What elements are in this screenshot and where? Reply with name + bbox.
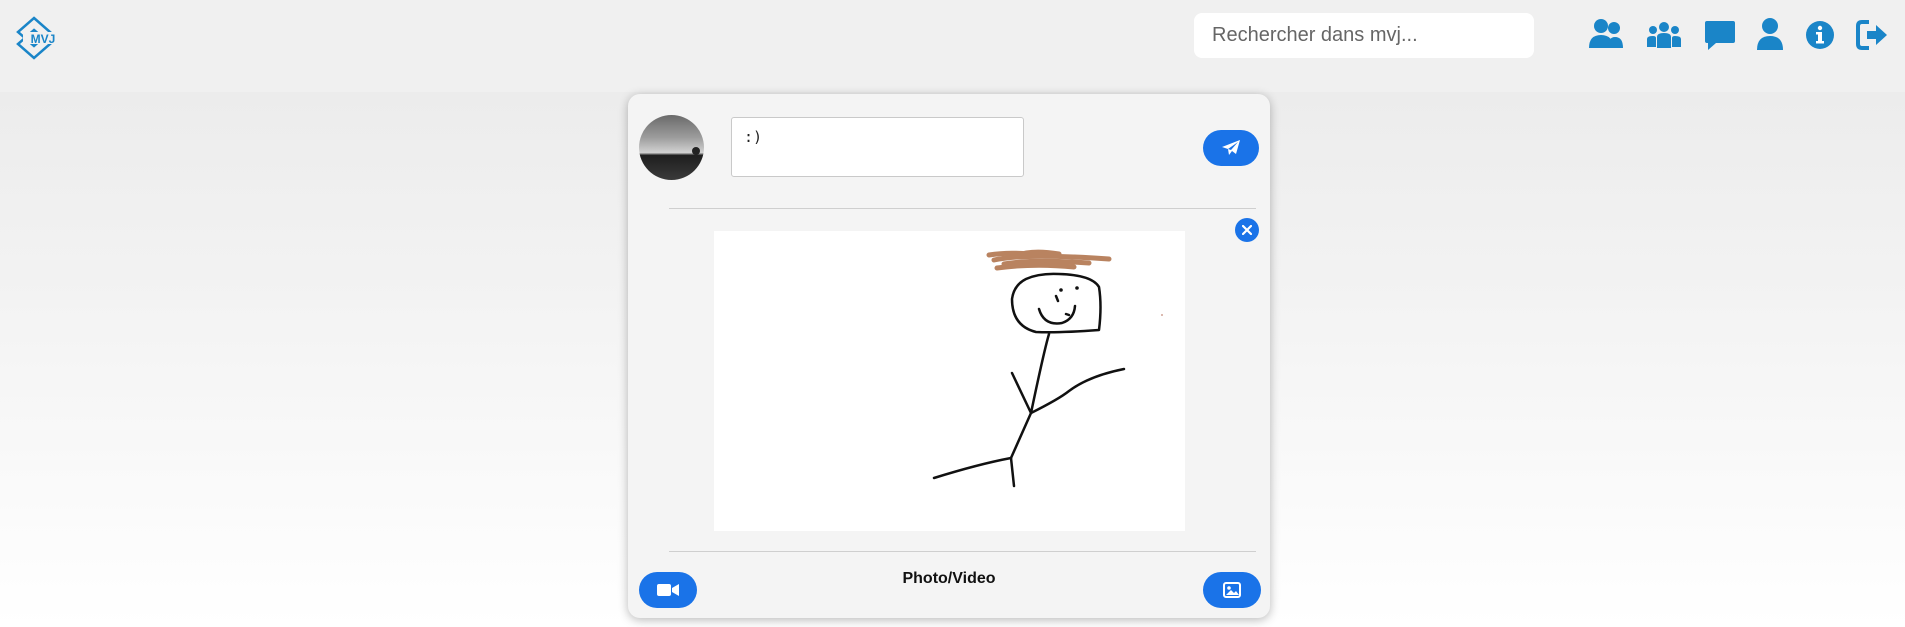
attached-image-preview bbox=[714, 231, 1185, 531]
logo-text: MVJ bbox=[31, 32, 56, 46]
logout-icon[interactable] bbox=[1855, 17, 1889, 53]
media-label: Photo/Video bbox=[902, 570, 996, 587]
divider bbox=[669, 208, 1256, 209]
mvj-logo[interactable]: MVJ bbox=[14, 16, 66, 60]
send-button[interactable] bbox=[1203, 130, 1259, 166]
add-image-button[interactable] bbox=[1203, 572, 1261, 608]
avatar[interactable] bbox=[639, 115, 704, 180]
divider bbox=[669, 551, 1256, 552]
profile-icon[interactable] bbox=[1756, 17, 1784, 53]
messages-icon[interactable] bbox=[1703, 17, 1737, 53]
post-text-field[interactable]: :) bbox=[731, 117, 1024, 177]
close-icon bbox=[1242, 225, 1252, 235]
post-composer-card: :) Photo/Video bbox=[628, 94, 1270, 618]
stick-figure-drawing bbox=[932, 249, 1163, 488]
search-input[interactable] bbox=[1194, 13, 1534, 58]
paper-plane-icon bbox=[1222, 140, 1240, 155]
top-navigation-bar: MVJ bbox=[0, 0, 1905, 92]
image-icon bbox=[1223, 582, 1241, 598]
friends-icon[interactable] bbox=[1588, 17, 1624, 53]
info-icon[interactable] bbox=[1804, 17, 1836, 53]
remove-media-button[interactable] bbox=[1235, 218, 1259, 242]
groups-icon[interactable] bbox=[1646, 17, 1682, 53]
